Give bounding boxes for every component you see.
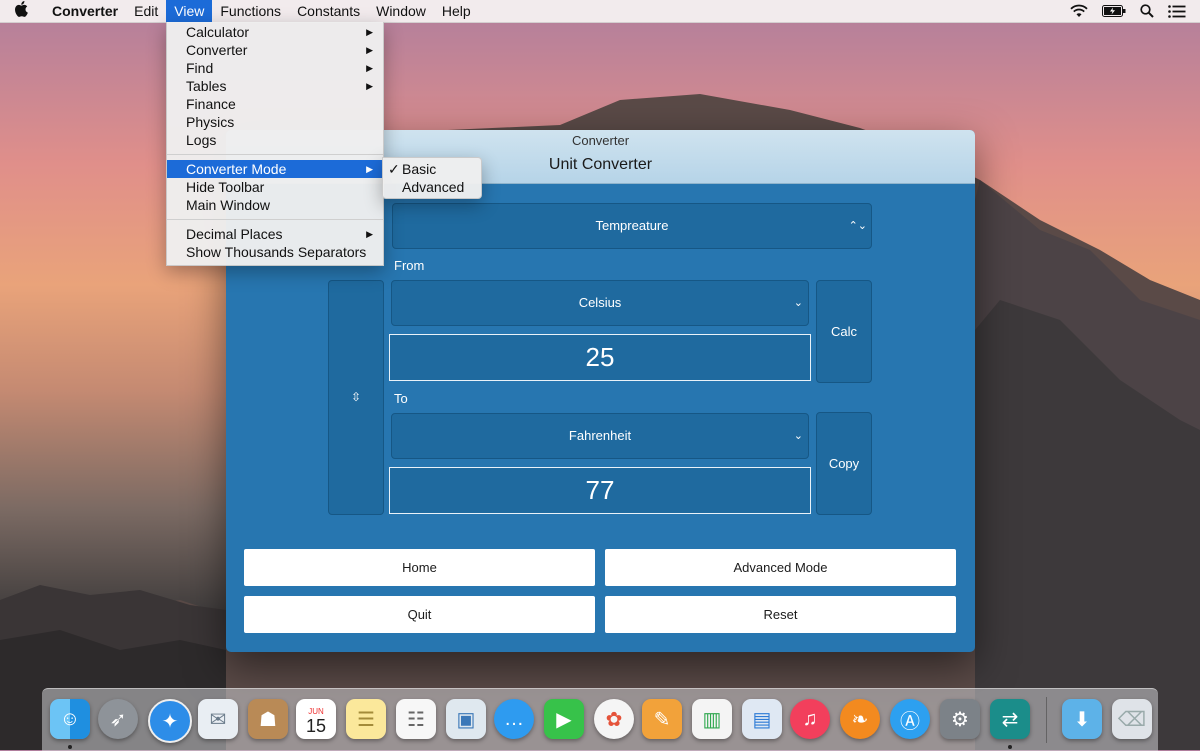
swap-units-button[interactable]: ⇳ bbox=[328, 280, 384, 515]
quit-button[interactable]: Quit bbox=[244, 596, 595, 633]
wifi-icon[interactable] bbox=[1070, 4, 1088, 18]
submenu-arrow-icon: ▶ bbox=[366, 229, 373, 239]
safari-icon[interactable]: ✦ bbox=[148, 699, 192, 743]
menu-item-physics[interactable]: Physics bbox=[167, 113, 383, 131]
submenu-item-advanced[interactable]: Advanced bbox=[383, 178, 481, 196]
menu-item-decimal-places[interactable]: Decimal Places ▶ bbox=[167, 225, 383, 243]
running-indicator bbox=[1008, 745, 1012, 749]
chevron-down-icon: ⌄ bbox=[793, 430, 803, 442]
menu-separator bbox=[167, 219, 383, 220]
submenu-arrow-icon: ▶ bbox=[366, 164, 373, 174]
app-menu[interactable]: Converter bbox=[44, 0, 126, 22]
checkmark-icon: ✓ bbox=[388, 161, 400, 177]
to-unit-select[interactable]: Fahrenheit ⌄ bbox=[391, 413, 809, 459]
chevron-down-icon: ⌄ bbox=[793, 297, 803, 309]
from-value-input[interactable]: 25 bbox=[389, 334, 811, 381]
category-value: Tempreature bbox=[595, 218, 669, 233]
launchpad-icon[interactable]: ➶ bbox=[98, 699, 138, 739]
notification-center-icon[interactable] bbox=[1168, 4, 1186, 18]
view-menu-dropdown: Calculator ▶ Converter ▶ Find ▶ Tables ▶ Fin… bbox=[166, 22, 384, 266]
menu-item-find[interactable]: Find ▶ bbox=[167, 59, 383, 77]
menu-edit[interactable]: Edit bbox=[126, 0, 166, 22]
from-label: From bbox=[394, 258, 425, 273]
mail-icon[interactable]: ✉ bbox=[198, 699, 238, 739]
dock-divider bbox=[1046, 697, 1047, 743]
menu-item-main-window[interactable]: Main Window bbox=[167, 196, 383, 214]
submenu-arrow-icon: ▶ bbox=[366, 63, 373, 73]
reminders-icon[interactable]: ☷ bbox=[396, 699, 436, 739]
notes-icon[interactable]: ☰ bbox=[346, 699, 386, 739]
menu-item-logs[interactable]: Logs bbox=[167, 131, 383, 149]
menu-functions[interactable]: Functions bbox=[212, 0, 289, 22]
downloads-icon[interactable]: ⬇ bbox=[1062, 699, 1102, 739]
menu-item-tables[interactable]: Tables ▶ bbox=[167, 77, 383, 95]
submenu-arrow-icon: ▶ bbox=[366, 45, 373, 55]
trash-icon[interactable]: ⌫ bbox=[1112, 699, 1152, 739]
finder-icon[interactable]: ☺ bbox=[50, 699, 90, 739]
menu-view[interactable]: View bbox=[166, 0, 213, 22]
apple-menu-icon[interactable] bbox=[0, 1, 44, 21]
submenu-item-basic[interactable]: ✓ Basic bbox=[383, 160, 481, 178]
spotlight-search-icon[interactable] bbox=[1140, 4, 1154, 18]
menu-constants[interactable]: Constants bbox=[289, 0, 368, 22]
to-unit-value: Fahrenheit bbox=[568, 428, 632, 443]
contacts-icon[interactable]: ☗ bbox=[248, 699, 288, 739]
menu-item-thousands-separators[interactable]: Show Thousands Separators bbox=[167, 243, 383, 261]
swap-icon: ⇳ bbox=[350, 390, 362, 404]
submenu-arrow-icon: ▶ bbox=[366, 27, 373, 37]
menu-item-finance[interactable]: Finance bbox=[167, 95, 383, 113]
app-store-icon[interactable]: Ⓐ bbox=[890, 699, 930, 739]
up-down-stepper-icon: ⌃⌄ bbox=[848, 220, 867, 232]
facetime-icon[interactable]: ▶ bbox=[544, 699, 584, 739]
menu-item-hide-toolbar[interactable]: Hide Toolbar bbox=[167, 178, 383, 196]
from-unit-value: Celsius bbox=[578, 295, 622, 310]
menu-window[interactable]: Window bbox=[368, 0, 434, 22]
reset-button[interactable]: Reset bbox=[605, 596, 956, 633]
menu-item-converter[interactable]: Converter ▶ bbox=[167, 41, 383, 59]
submenu-arrow-icon: ▶ bbox=[366, 81, 373, 91]
menu-separator bbox=[167, 154, 383, 155]
calc-button[interactable]: Calc bbox=[816, 280, 872, 383]
menu-bar: Converter Edit View Functions Constants … bbox=[0, 0, 1200, 23]
numbers-icon[interactable]: ▥ bbox=[692, 699, 732, 739]
system-preferences-icon[interactable]: ⚙ bbox=[940, 699, 980, 739]
battery-icon[interactable] bbox=[1102, 5, 1126, 17]
calendar-icon[interactable]: JUN 15 bbox=[296, 699, 336, 739]
category-select[interactable]: Tempreature ⌃⌄ bbox=[392, 203, 872, 249]
calendar-day: 15 bbox=[305, 716, 327, 736]
menu-item-calculator[interactable]: Calculator ▶ bbox=[167, 23, 383, 41]
converter-mode-submenu: ✓ Basic Advanced bbox=[382, 157, 482, 199]
pages-icon[interactable]: ✎ bbox=[642, 699, 682, 739]
itunes-icon[interactable]: ♫ bbox=[790, 699, 830, 739]
from-unit-select[interactable]: Celsius ⌄ bbox=[391, 280, 809, 326]
photos-icon[interactable]: ✿ bbox=[594, 699, 634, 739]
keynote-icon[interactable]: ▤ bbox=[742, 699, 782, 739]
home-button[interactable]: Home bbox=[244, 549, 595, 586]
menu-item-converter-mode[interactable]: Converter Mode ▶ bbox=[167, 160, 383, 178]
running-indicator bbox=[68, 745, 72, 749]
menu-help[interactable]: Help bbox=[434, 0, 479, 22]
dock: ☺ ➶ ✦ ✉ ☗ JUN 15 ☰ ☷ ▣ … ▶ ✿ ✎ ▥ ▤ ♫ ❧ Ⓐ… bbox=[42, 688, 1158, 751]
ibooks-icon[interactable]: ❧ bbox=[840, 699, 880, 739]
copy-button[interactable]: Copy bbox=[816, 412, 872, 515]
advanced-mode-button[interactable]: Advanced Mode bbox=[605, 549, 956, 586]
messages-icon[interactable]: … bbox=[494, 699, 534, 739]
to-value-output: 77 bbox=[389, 467, 811, 514]
preview-icon[interactable]: ▣ bbox=[446, 699, 486, 739]
converter-app-icon[interactable]: ⇄ bbox=[990, 699, 1030, 739]
to-label: To bbox=[394, 391, 408, 406]
